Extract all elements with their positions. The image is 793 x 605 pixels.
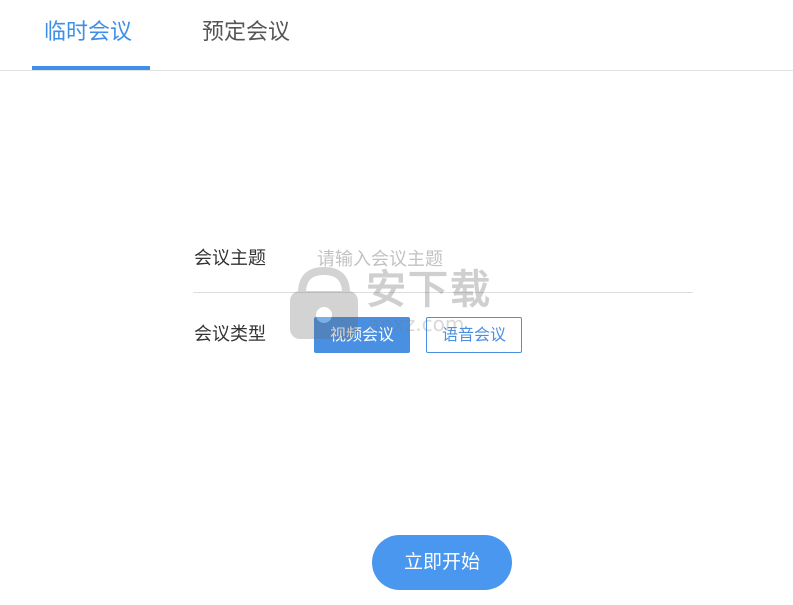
active-tab-indicator <box>32 66 150 70</box>
start-now-button[interactable]: 立即开始 <box>372 535 512 590</box>
tab-bar: 临时会议 预定会议 <box>0 0 793 71</box>
topic-label: 会议主题 <box>194 248 266 269</box>
topic-input[interactable] <box>317 244 693 274</box>
type-label: 会议类型 <box>194 324 266 345</box>
tab-instant-meeting[interactable]: 临时会议 <box>44 18 132 48</box>
topic-divider <box>193 292 693 293</box>
video-meeting-button[interactable]: 视频会议 <box>314 317 410 353</box>
tab-scheduled-meeting[interactable]: 预定会议 <box>202 18 290 48</box>
voice-meeting-button[interactable]: 语音会议 <box>426 317 522 353</box>
